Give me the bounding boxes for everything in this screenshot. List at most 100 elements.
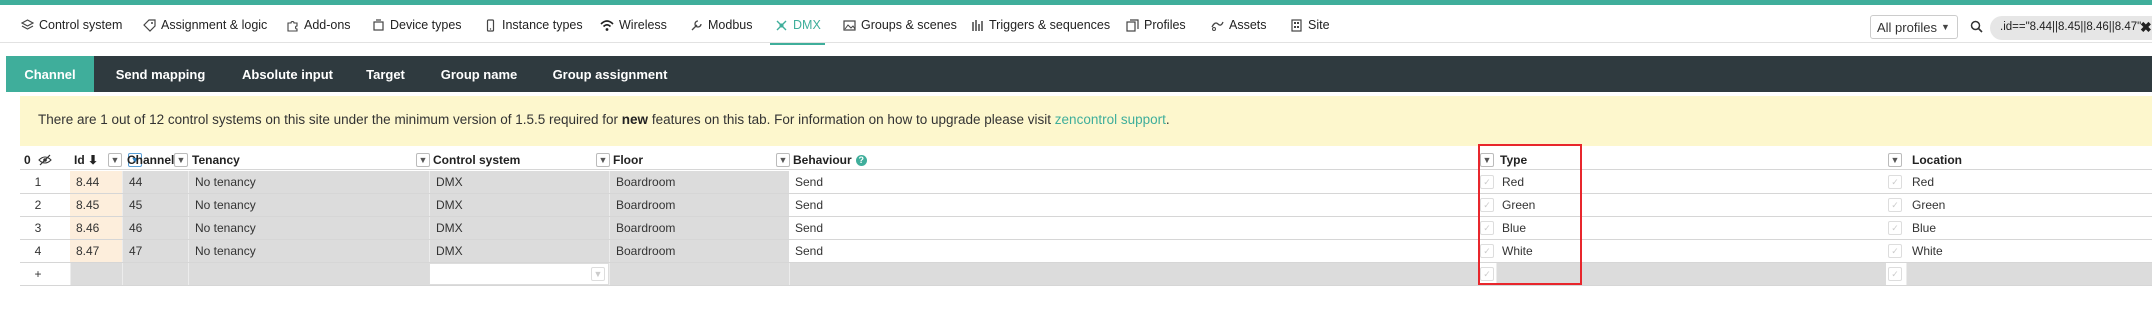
- filter-type-button[interactable]: ▼: [1888, 153, 1902, 167]
- behaviour-header-label: Behaviour: [793, 153, 852, 167]
- support-link[interactable]: zencontrol support: [1055, 112, 1166, 127]
- table-row[interactable]: 1 8.44 44 No tenancy DMX Boardroom Send …: [20, 171, 2152, 194]
- cell-tenancy[interactable]: No tenancy: [188, 217, 429, 239]
- cell-control-system[interactable]: DMX: [429, 217, 609, 239]
- new-cell-control-system[interactable]: [429, 263, 609, 285]
- cell-location[interactable]: Green: [1906, 194, 2152, 216]
- cell-control-system[interactable]: DMX: [429, 171, 609, 193]
- tab-absolute-input[interactable]: Absolute input: [227, 56, 348, 92]
- filter-id-button[interactable]: ▼: [108, 153, 122, 167]
- tab-send-mapping[interactable]: Send mapping: [94, 56, 227, 92]
- cell-checkbox[interactable]: ✓: [1888, 198, 1902, 212]
- cell-behaviour[interactable]: Send: [789, 217, 1478, 239]
- nav-add-ons[interactable]: Add-ons: [285, 14, 351, 36]
- cell-channel[interactable]: 47: [122, 240, 188, 262]
- nav-label: Assignment & logic: [161, 18, 268, 32]
- column-header-floor[interactable]: Floor: [613, 150, 643, 170]
- cell-control-system[interactable]: DMX: [429, 240, 609, 262]
- table-row[interactable]: 4 8.47 47 No tenancy DMX Boardroom Send …: [20, 240, 2152, 263]
- nav-label: Groups & scenes: [861, 18, 957, 32]
- profile-select[interactable]: All profiles ▼: [1870, 15, 1958, 39]
- filter-tenancy-button[interactable]: ▼: [416, 153, 430, 167]
- building-icon: [1289, 18, 1303, 32]
- cell-channel[interactable]: 46: [122, 217, 188, 239]
- banner-text-mid: features on this tab. For information on…: [648, 112, 1055, 127]
- cell-checkbox[interactable]: ✓: [1888, 221, 1902, 235]
- nav-modbus[interactable]: Modbus: [689, 14, 752, 36]
- cell-checkbox[interactable]: ✓: [1888, 175, 1902, 189]
- clear-search-icon[interactable]: ✖: [2140, 19, 2152, 36]
- new-cell-tenancy[interactable]: [188, 263, 429, 285]
- cell-channel[interactable]: 45: [122, 194, 188, 216]
- nav-profiles[interactable]: Profiles: [1125, 14, 1186, 36]
- column-header-channel[interactable]: Channel: [127, 150, 174, 170]
- nav-instance-types[interactable]: Instance types: [483, 14, 583, 36]
- nav-assignment-logic[interactable]: Assignment & logic: [142, 14, 267, 36]
- cell-behaviour[interactable]: Send: [789, 240, 1478, 262]
- nav-dmx[interactable]: DMX: [770, 14, 825, 45]
- new-cell-floor[interactable]: [609, 263, 789, 285]
- column-header-control-system[interactable]: Control system: [433, 150, 520, 170]
- table-row[interactable]: 3 8.46 46 No tenancy DMX Boardroom Send …: [20, 217, 2152, 240]
- add-row-button[interactable]: +: [20, 263, 56, 285]
- cell-location[interactable]: White: [1906, 240, 2152, 262]
- nav-label: Modbus: [708, 18, 753, 32]
- help-icon[interactable]: ?: [855, 154, 867, 166]
- cell-floor[interactable]: Boardroom: [609, 217, 789, 239]
- cell-tenancy[interactable]: No tenancy: [188, 240, 429, 262]
- hide-columns-icon[interactable]: [38, 150, 52, 170]
- search-input[interactable]: .id=="8.44||8.45||8.46||8.47": [1990, 16, 2152, 40]
- cell-id[interactable]: 8.46: [70, 217, 122, 239]
- column-header-behaviour[interactable]: Behaviour ?: [793, 150, 867, 170]
- new-cell-id[interactable]: [70, 263, 122, 285]
- assets-icon: [1210, 18, 1224, 32]
- tab-channel[interactable]: Channel: [6, 56, 94, 92]
- new-cell-checkbox[interactable]: ✓: [1888, 267, 1902, 281]
- tab-target[interactable]: Target: [348, 56, 423, 92]
- bars-icon: [970, 18, 984, 32]
- cell-behaviour[interactable]: Send: [789, 194, 1478, 216]
- chevron-down-icon: ▼: [1940, 22, 1950, 32]
- cell-behaviour[interactable]: Send: [789, 171, 1478, 193]
- cell-location[interactable]: Red: [1906, 171, 2152, 193]
- new-cell-dropdown[interactable]: ▼: [591, 267, 605, 281]
- cell-control-system[interactable]: DMX: [429, 194, 609, 216]
- tab-group-assignment[interactable]: Group assignment: [535, 56, 685, 92]
- filter-floor-button[interactable]: ▼: [776, 153, 790, 167]
- cell-location[interactable]: Blue: [1906, 217, 2152, 239]
- search-icon[interactable]: [1970, 20, 1984, 34]
- column-header-tenancy[interactable]: Tenancy: [192, 150, 240, 170]
- cell-id[interactable]: 8.47: [70, 240, 122, 262]
- cell-tenancy[interactable]: No tenancy: [188, 171, 429, 193]
- nav-device-types[interactable]: Device types: [371, 14, 462, 36]
- nav-label: Instance types: [502, 18, 583, 32]
- cell-id[interactable]: 8.45: [70, 194, 122, 216]
- cell-id[interactable]: 8.44: [70, 171, 122, 193]
- new-cell-location[interactable]: [1906, 263, 2152, 285]
- filter-control-system-button[interactable]: ▼: [596, 153, 610, 167]
- cell-floor[interactable]: Boardroom: [609, 194, 789, 216]
- nav-site[interactable]: Site: [1289, 14, 1330, 36]
- add-row[interactable]: + ▼ ✓ ✓: [20, 263, 2152, 286]
- filter-channel-button[interactable]: ▼: [174, 153, 188, 167]
- table-row[interactable]: 2 8.45 45 No tenancy DMX Boardroom Send …: [20, 194, 2152, 217]
- new-cell-behaviour[interactable]: [789, 263, 1478, 285]
- nav-control-system[interactable]: Control system: [20, 14, 122, 36]
- nav-wireless[interactable]: Wireless: [600, 14, 667, 36]
- cell-floor[interactable]: Boardroom: [609, 171, 789, 193]
- cell-floor[interactable]: Boardroom: [609, 240, 789, 262]
- column-header-id[interactable]: Id ⬇: [74, 150, 98, 170]
- tab-group-name[interactable]: Group name: [423, 56, 535, 92]
- version-warning-banner: There are 1 out of 12 control systems on…: [20, 96, 2152, 146]
- nav-assets[interactable]: Assets: [1210, 14, 1267, 36]
- nav-groups-scenes[interactable]: Groups & scenes: [842, 14, 957, 36]
- profile-select-value: All profiles: [1877, 19, 1937, 35]
- nav-triggers-sequences[interactable]: Triggers & sequences: [970, 14, 1110, 36]
- cell-checkbox[interactable]: ✓: [1888, 244, 1902, 258]
- column-header-location[interactable]: Location: [1912, 150, 1962, 170]
- cell-channel[interactable]: 44: [122, 171, 188, 193]
- new-cell-channel[interactable]: [122, 263, 188, 285]
- tab-bar: Channel Send mapping Absolute input Targ…: [6, 56, 2152, 92]
- cell-tenancy[interactable]: No tenancy: [188, 194, 429, 216]
- nav-label: Site: [1308, 18, 1330, 32]
